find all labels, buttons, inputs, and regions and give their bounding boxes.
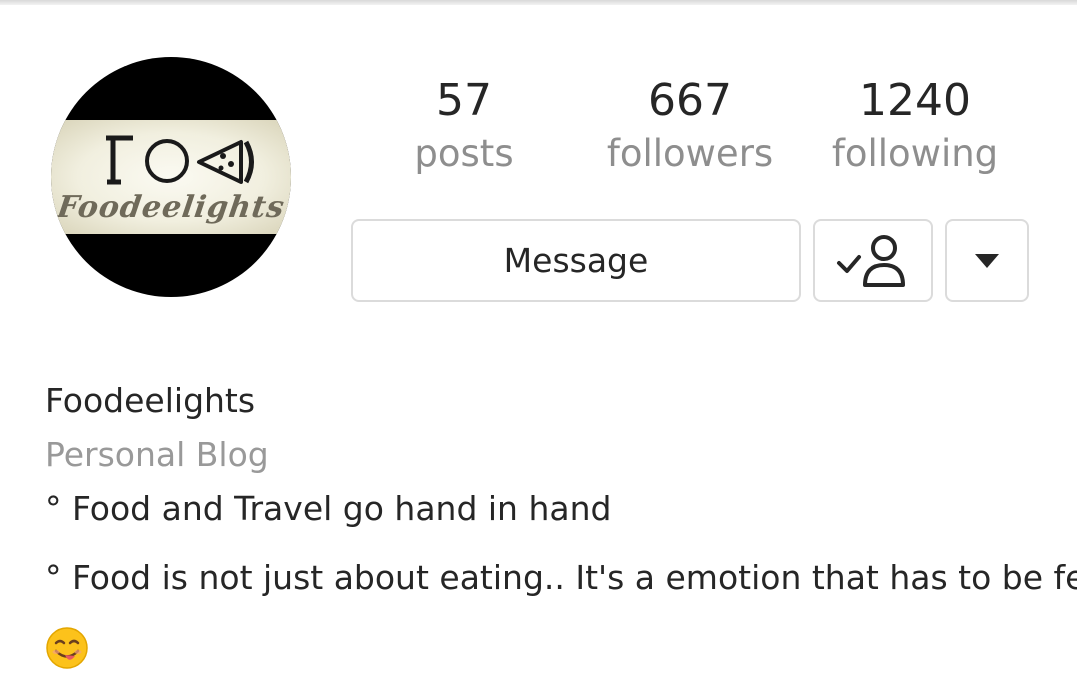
followers-stat[interactable]: 667 followers [600,72,780,178]
person-check-icon [837,234,905,287]
following-stat[interactable]: 1240 following [825,72,1005,178]
following-status-button[interactable] [813,219,933,302]
message-button[interactable]: Message [351,219,801,302]
avatar-script-text: Foodeelights [54,190,288,225]
posts-stat[interactable]: 57 posts [374,72,554,178]
followers-count: 667 [648,75,732,126]
bio-line: ° Food and Travel go hand in hand [45,489,612,528]
profile-category: Personal Blog [45,435,269,474]
caret-down-icon [975,253,999,268]
bio-line: ° Food is not just about eating.. It's a… [45,558,1077,597]
followers-label: followers [606,132,774,175]
top-divider [0,0,1077,5]
foodeelights-logo-icon [106,135,254,185]
posts-count: 57 [436,75,492,126]
following-count: 1240 [859,75,971,126]
posts-label: posts [414,132,514,175]
yum-face-emoji-icon [46,627,88,669]
avatar-logo-band: Foodeelights [51,120,291,234]
profile-name: Foodeelights [45,381,256,420]
profile-avatar[interactable]: Foodeelights [51,57,291,297]
suggestions-dropdown-button[interactable] [945,219,1029,302]
following-label: following [831,132,999,175]
